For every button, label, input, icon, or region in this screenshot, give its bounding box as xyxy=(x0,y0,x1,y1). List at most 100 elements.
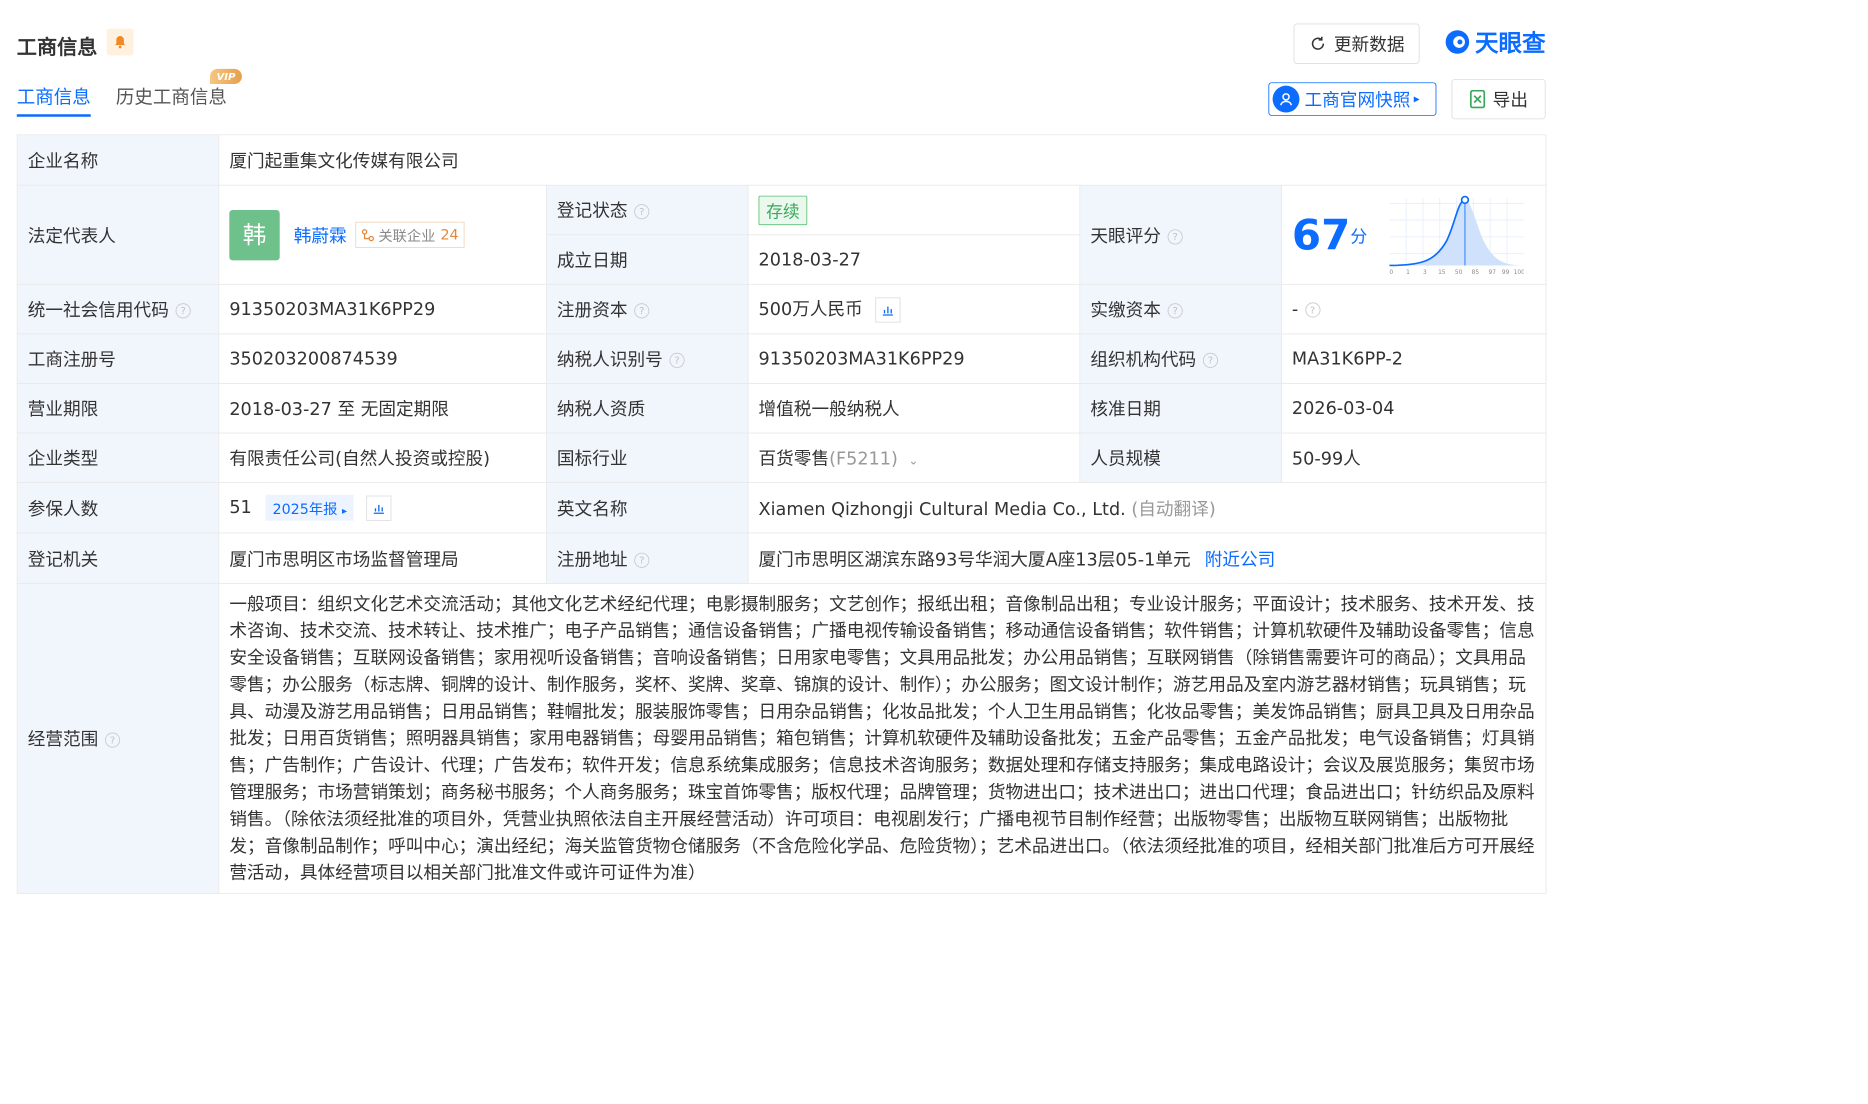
score-axis-tick: 0 xyxy=(1390,269,1394,275)
industry-label: 国标行业 xyxy=(545,432,749,483)
reg-address-cell: 厦门市思明区湖滨东路93号华润大厦A座13层05-1单元 附近公司 xyxy=(747,532,1547,584)
tianyan-score: 67 xyxy=(1291,210,1351,260)
score-axis-tick: 85 xyxy=(1472,269,1480,275)
reg-address-label-cell: 注册地址? xyxy=(545,532,749,584)
industry: 百货零售 xyxy=(758,448,830,469)
bar-chart-icon[interactable] xyxy=(366,495,392,521)
chevron-down-icon: ⌄ xyxy=(908,454,919,468)
english-name: Xiamen Qizhongji Cultural Media Co., Ltd… xyxy=(758,498,1126,519)
help-icon[interactable]: ? xyxy=(634,303,650,319)
score-axis-labels: 0 1 3 15 50 85 97 99 100 xyxy=(1390,269,1526,275)
related-companies-badge[interactable]: 关联企业 24 xyxy=(355,221,465,248)
tab-business-info[interactable]: 工商信息 xyxy=(16,82,91,117)
staff-size: 50-99人 xyxy=(1280,432,1547,483)
org-code-label-cell: 组织机构代码? xyxy=(1079,333,1282,384)
annual-report-year: 2025年报 xyxy=(272,501,338,519)
insured-count: 51 xyxy=(229,496,252,518)
help-icon[interactable]: ? xyxy=(105,732,121,748)
company-name: 厦门起重集文化传媒有限公司 xyxy=(218,134,1547,186)
user-icon xyxy=(1272,85,1300,113)
official-snapshot-label: 工商官网快照 xyxy=(1304,89,1411,111)
reg-capital-cell: 500万人民币 xyxy=(747,283,1081,335)
found-date: 2018-03-27 xyxy=(747,234,1081,285)
table-row: 企业类型 有限责任公司(自然人投资或控股) 国标行业 百货零售(F5211) ⌄… xyxy=(16,432,1547,483)
table-row: 参保人数 51 2025年报 ▸ 英文名称 Xiamen Qizhongji C… xyxy=(16,482,1547,534)
table-row: 工商注册号 350203200874539 纳税人识别号? 91350203MA… xyxy=(16,333,1547,384)
table-row: 营业期限 2018-03-27 至 无固定期限 纳税人资质 增值税一般纳税人 核… xyxy=(16,383,1547,434)
tab-history-business-info[interactable]: 历史工商信息 xyxy=(116,82,227,109)
biz-term-label: 营业期限 xyxy=(16,383,220,434)
credit-code: 91350203MA31K6PP29 xyxy=(218,283,547,335)
refresh-data-button[interactable]: 更新数据 xyxy=(1293,23,1420,64)
approval-date-label: 核准日期 xyxy=(1079,383,1282,434)
caret-right-icon: ▸ xyxy=(1413,92,1420,106)
help-icon[interactable]: ? xyxy=(1202,352,1218,368)
score-axis-tick: 1 xyxy=(1406,269,1410,275)
header: 工商信息 更新数据 天眼查 xyxy=(16,23,1546,68)
vip-badge: VIP xyxy=(210,68,242,84)
official-snapshot-button[interactable]: 工商官网快照 ▸ xyxy=(1268,82,1437,116)
tianyan-score-label: 天眼评分 xyxy=(1090,225,1161,246)
insured-label: 参保人数 xyxy=(16,482,220,534)
export-button[interactable]: 导出 xyxy=(1451,78,1546,120)
nearby-companies-link[interactable]: 附近公司 xyxy=(1205,549,1276,569)
reg-status-label-cell: 登记状态? xyxy=(545,184,749,236)
score-axis-tick: 97 xyxy=(1489,269,1497,275)
reg-status-cell: 存续 xyxy=(747,184,1081,236)
help-icon[interactable]: ? xyxy=(634,204,650,220)
table-row: 登记机关 厦门市思明区市场监督管理局 注册地址? 厦门市思明区湖滨东路93号华润… xyxy=(16,532,1547,584)
help-icon[interactable]: ? xyxy=(1167,228,1183,245)
industry-cell[interactable]: 百货零售(F5211) ⌄ xyxy=(747,432,1081,483)
brand-icon xyxy=(1445,30,1470,54)
org-code-label: 组织机构代码 xyxy=(1090,349,1197,370)
help-icon[interactable]: ? xyxy=(1167,303,1183,319)
reg-address-label: 注册地址 xyxy=(556,548,628,570)
biz-reg-no: 350203200874539 xyxy=(218,333,547,384)
credit-code-label-cell: 统一社会信用代码? xyxy=(16,283,220,335)
score-axis-tick: 3 xyxy=(1423,269,1427,275)
taxpayer-qual-label: 纳税人资质 xyxy=(545,383,749,434)
business-scope: 一般项目：组织文化艺术交流活动；其他文化艺术经纪代理；电影摄制服务；文艺创作；报… xyxy=(218,582,1547,894)
help-icon[interactable]: ? xyxy=(634,552,650,568)
reg-address: 厦门市思明区湖滨东路93号华润大厦A座13层05-1单元 xyxy=(758,548,1191,570)
help-icon[interactable]: ? xyxy=(669,352,685,368)
reg-authority-label: 登记机关 xyxy=(16,532,220,584)
table-row: 法定代表人 韩 韩蔚霖 关联企业 24 登记状态? 存续 天眼评分? 67分 0… xyxy=(16,184,1547,285)
score-axis-tick: 100 xyxy=(1514,269,1524,275)
avatar[interactable]: 韩 xyxy=(229,209,280,260)
paid-capital-cell: -? xyxy=(1280,283,1547,335)
insured-cell: 51 2025年报 ▸ xyxy=(218,482,547,534)
taxpayer-id: 91350203MA31K6PP29 xyxy=(747,333,1081,384)
scope-label-cell: 经营范围? xyxy=(16,582,220,894)
legal-rep-name[interactable]: 韩蔚霖 xyxy=(294,226,347,246)
company-name-label: 企业名称 xyxy=(16,134,220,186)
related-count: 24 xyxy=(440,226,459,244)
tianyan-score-cell[interactable]: 67分 0 1 3 15 50 85 97 99 100 xyxy=(1280,184,1547,285)
tab-history-label: 历史工商信息 xyxy=(115,87,227,109)
approval-date: 2026-03-04 xyxy=(1280,383,1547,434)
staff-size-label: 人员规模 xyxy=(1079,432,1282,483)
help-icon[interactable]: ? xyxy=(1305,302,1321,318)
table-row: 统一社会信用代码? 91350203MA31K6PP29 注册资本? 500万人… xyxy=(16,283,1547,335)
taxpayer-id-label-cell: 纳税人识别号? xyxy=(545,333,749,384)
annual-report-year-selector[interactable]: 2025年报 ▸ xyxy=(265,494,354,521)
page-title: 工商信息 xyxy=(16,35,98,59)
table-row: 企业名称 厦门起重集文化传媒有限公司 xyxy=(16,134,1547,186)
score-axis-tick: 99 xyxy=(1502,269,1510,275)
bar-chart-icon[interactable] xyxy=(875,297,901,323)
bell-icon[interactable] xyxy=(106,28,134,56)
reg-capital: 500万人民币 xyxy=(758,299,863,320)
biz-reg-no-label: 工商注册号 xyxy=(16,333,220,384)
score-axis-tick: 15 xyxy=(1438,269,1446,275)
auto-translate-note: (自动翻译) xyxy=(1131,498,1216,519)
taxpayer-id-label: 纳税人识别号 xyxy=(556,349,663,370)
business-info-table: 企业名称 厦门起重集文化传媒有限公司 法定代表人 韩 韩蔚霖 关联企业 24 登… xyxy=(16,134,1547,894)
company-type: 有限责任公司(自然人投资或控股) xyxy=(218,432,547,483)
refresh-icon xyxy=(1311,36,1325,50)
paid-capital: - xyxy=(1291,299,1299,320)
tianyan-score-label-cell: 天眼评分? xyxy=(1079,184,1282,285)
taxpayer-qual: 增值税一般纳税人 xyxy=(747,383,1081,434)
related-label: 关联企业 xyxy=(378,228,436,246)
help-icon[interactable]: ? xyxy=(175,303,191,319)
biz-term: 2018-03-27 至 无固定期限 xyxy=(218,383,547,434)
